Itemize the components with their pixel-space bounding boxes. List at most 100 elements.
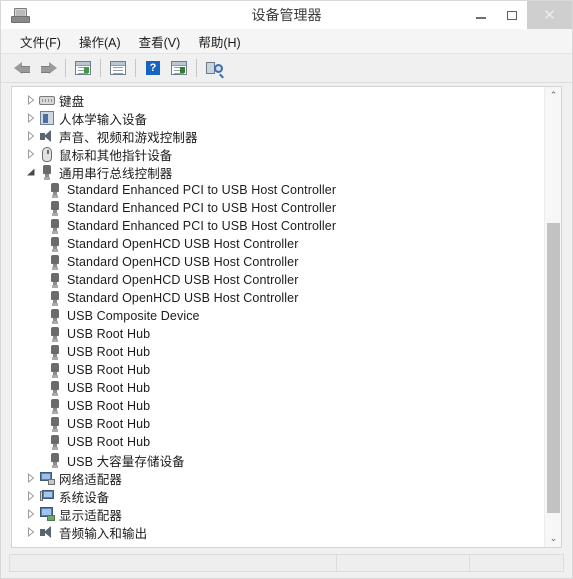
collapsed-triangle-icon[interactable] — [24, 91, 38, 109]
mouse-icon — [38, 145, 56, 163]
usb-icon — [46, 235, 64, 253]
tree-row[interactable]: 系统设备 — [12, 487, 544, 505]
tree-row[interactable]: 网络适配器 — [12, 469, 544, 487]
tree-row[interactable]: 显示适配器 — [12, 505, 544, 523]
tree-row-label: Standard Enhanced PCI to USB Host Contro… — [67, 219, 337, 233]
tree-row-label: 通用串行总线控制器 — [59, 166, 173, 181]
tree-row[interactable]: Standard OpenHCD USB Host Controller — [12, 235, 544, 253]
keyboard-icon — [38, 91, 56, 109]
tree-row-label: Standard Enhanced PCI to USB Host Contro… — [67, 183, 337, 197]
collapsed-triangle-icon[interactable] — [24, 127, 38, 145]
tree-row[interactable]: USB Root Hub — [12, 433, 544, 451]
usb-icon — [38, 163, 56, 181]
vertical-scrollbar[interactable]: ⌃ ⌄ — [544, 87, 561, 547]
properties-icon — [110, 61, 126, 75]
toolbar-separator-1 — [65, 59, 66, 77]
scroll-up-button[interactable]: ⌃ — [545, 87, 562, 104]
tree-row[interactable]: 键盘 — [12, 91, 544, 109]
forward-button[interactable] — [35, 56, 61, 80]
tree-row[interactable]: USB 大容量存储设备 — [12, 451, 544, 469]
minimize-button[interactable] — [465, 1, 496, 29]
usb-icon — [46, 181, 64, 199]
close-button[interactable]: ✕ — [527, 1, 572, 29]
tree-row[interactable]: USB Root Hub — [12, 361, 544, 379]
audio-icon — [38, 523, 56, 541]
show-hide-console-tree-button[interactable] — [70, 56, 96, 80]
close-icon: ✕ — [543, 5, 556, 24]
tree-row[interactable]: Standard OpenHCD USB Host Controller — [12, 271, 544, 289]
console-tree-icon — [75, 61, 91, 75]
tree-row[interactable]: USB Root Hub — [12, 397, 544, 415]
usb-icon — [46, 217, 64, 235]
usb-icon — [46, 451, 64, 469]
scrollbar-thumb[interactable] — [547, 223, 560, 513]
device-manager-icon — [9, 5, 31, 25]
collapsed-triangle-icon[interactable] — [24, 145, 38, 163]
scan-hardware-changes-button[interactable] — [201, 56, 227, 80]
tree-row-label: 显示适配器 — [59, 508, 123, 523]
tree-row-label: USB Root Hub — [67, 363, 151, 377]
tree-row-label: 系统设备 — [59, 490, 110, 505]
status-bar — [1, 550, 572, 578]
menu-action[interactable]: 操作(A) — [72, 30, 128, 53]
maximize-button[interactable] — [496, 1, 527, 29]
collapsed-triangle-icon[interactable] — [24, 469, 38, 487]
menu-view[interactable]: 查看(V) — [132, 30, 188, 53]
hid-icon — [38, 109, 56, 127]
update-driver-button[interactable] — [166, 56, 192, 80]
tree-row[interactable]: USB Root Hub — [12, 379, 544, 397]
tree-row-label: USB Root Hub — [67, 345, 151, 359]
expanded-triangle-icon[interactable] — [24, 163, 38, 181]
network-icon — [38, 469, 56, 487]
back-button[interactable] — [9, 56, 35, 80]
tree-row[interactable]: 音频输入和输出 — [12, 523, 544, 541]
collapsed-triangle-icon[interactable] — [24, 109, 38, 127]
tree-row[interactable]: Standard Enhanced PCI to USB Host Contro… — [12, 217, 544, 235]
tree-row[interactable]: Standard OpenHCD USB Host Controller — [12, 289, 544, 307]
usb-icon — [46, 397, 64, 415]
tree-row[interactable]: Standard OpenHCD USB Host Controller — [12, 253, 544, 271]
usb-icon — [46, 415, 64, 433]
tree-row[interactable]: 声音、视频和游戏控制器 — [12, 127, 544, 145]
scroll-down-button[interactable]: ⌄ — [545, 530, 562, 547]
properties-button[interactable] — [105, 56, 131, 80]
tree-row[interactable]: 鼠标和其他指针设备 — [12, 145, 544, 163]
menu-file[interactable]: 文件(F) — [13, 30, 68, 53]
system-icon — [38, 487, 56, 505]
tree-row[interactable]: Standard Enhanced PCI to USB Host Contro… — [12, 199, 544, 217]
help-button[interactable]: ? — [140, 56, 166, 80]
usb-icon — [46, 307, 64, 325]
caption-buttons: ✕ — [465, 1, 572, 29]
tree-row[interactable]: 通用串行总线控制器 — [12, 163, 544, 181]
tree-row-label: 声音、视频和游戏控制器 — [59, 130, 198, 145]
tree-row-label: Standard Enhanced PCI to USB Host Contro… — [67, 201, 337, 215]
arrow-right-icon — [40, 61, 57, 75]
status-pane-3 — [469, 554, 564, 572]
scan-hardware-icon — [205, 61, 224, 78]
menu-help[interactable]: 帮助(H) — [191, 30, 247, 53]
device-tree[interactable]: 键盘 人体学输入设备声音、视频和游戏控制器 鼠标和其他指针设备 通用串行总线控制器 St… — [12, 87, 544, 547]
tree-row[interactable]: USB Composite Device — [12, 307, 544, 325]
device-manager-window: 设备管理器 ✕ 文件(F) 操作(A) 查看(V) 帮助(H) ? 键盘 人体学… — [0, 0, 573, 579]
collapsed-triangle-icon[interactable] — [24, 523, 38, 541]
status-pane-1 — [9, 554, 337, 572]
tree-row[interactable]: 人体学输入设备 — [12, 109, 544, 127]
status-pane-2 — [336, 554, 470, 572]
tree-row[interactable]: USB Root Hub — [12, 415, 544, 433]
collapsed-triangle-icon[interactable] — [24, 505, 38, 523]
toolbar-separator-3 — [135, 59, 136, 77]
tree-row[interactable]: Standard Enhanced PCI to USB Host Contro… — [12, 181, 544, 199]
tree-row[interactable]: USB Root Hub — [12, 343, 544, 361]
collapsed-triangle-icon[interactable] — [24, 487, 38, 505]
tree-row-label: Standard OpenHCD USB Host Controller — [67, 255, 299, 269]
tree-row-label: 网络适配器 — [59, 472, 123, 487]
tree-row-label: 鼠标和其他指针设备 — [59, 148, 173, 163]
update-driver-icon — [171, 61, 187, 75]
sound-icon — [38, 127, 56, 145]
scrollbar-track[interactable] — [545, 104, 562, 530]
tree-row[interactable]: USB Root Hub — [12, 325, 544, 343]
tree-row-label: USB Root Hub — [67, 399, 151, 413]
tree-row-label: USB 大容量存储设备 — [67, 454, 185, 469]
tree-row-label: USB Root Hub — [67, 417, 151, 431]
arrow-left-icon — [13, 61, 31, 75]
